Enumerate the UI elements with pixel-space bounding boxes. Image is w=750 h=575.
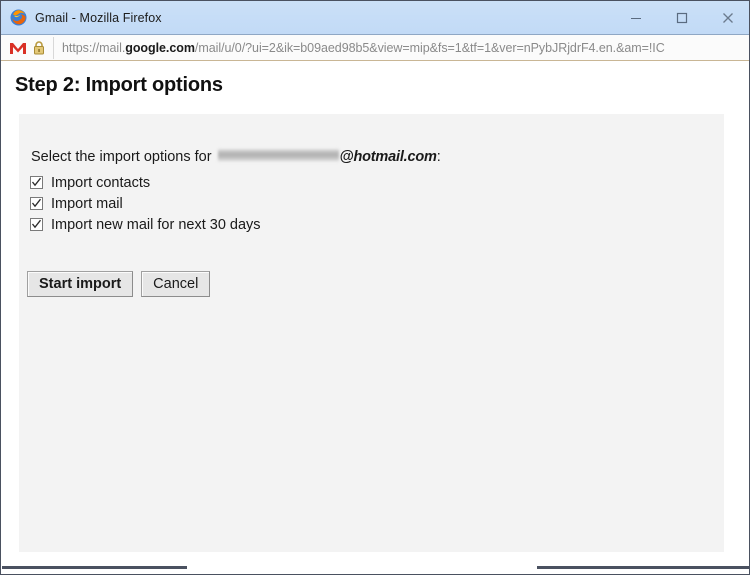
padlock-icon [32, 40, 46, 56]
minimize-icon [631, 18, 641, 19]
checkbox-row-import-new-mail[interactable]: Import new mail for next 30 days [30, 214, 261, 235]
import-new-mail-checkbox[interactable] [30, 218, 43, 231]
gmail-m-icon [9, 41, 27, 55]
checkbox-row-import-mail[interactable]: Import mail [30, 193, 261, 214]
import-contacts-checkbox[interactable] [30, 176, 43, 189]
cancel-button[interactable]: Cancel [141, 271, 211, 297]
start-import-button[interactable]: Start import [27, 271, 134, 297]
redacted-account-name [217, 148, 339, 162]
url-path: /mail/u/0/?ui=2&ik=b09aed98b5&view=mip&f… [194, 40, 665, 55]
import-contacts-label: Import contacts [51, 174, 151, 191]
account-domain: @hotmail.com [339, 149, 437, 165]
browser-window: Gmail - Mozilla Firefox https://mail.goo… [0, 0, 750, 575]
url-bar[interactable]: https://mail.google.com/mail/u/0/?ui=2&i… [1, 35, 749, 61]
import-options-checklist: Import contacts Import mail Import new m… [30, 172, 261, 235]
maximize-icon [676, 12, 688, 24]
url-domain: google.com [125, 40, 195, 55]
checkmark-icon [31, 219, 42, 229]
close-button[interactable] [705, 1, 749, 35]
minimize-button[interactable] [613, 1, 659, 35]
page-content: Step 2: Import options Select the import… [2, 62, 749, 574]
intro-text: Select the import options for @hotmail.c… [31, 147, 441, 165]
window-titlebar[interactable]: Gmail - Mozilla Firefox [1, 1, 749, 35]
close-icon [723, 13, 733, 23]
checkmark-icon [31, 198, 42, 208]
checkbox-row-import-contacts[interactable]: Import contacts [30, 172, 261, 193]
import-new-mail-label: Import new mail for next 30 days [51, 216, 261, 233]
intro-prefix: Select the import options for [31, 149, 212, 165]
url-text[interactable]: https://mail.google.com/mail/u/0/?ui=2&i… [62, 41, 665, 55]
urlbar-divider [53, 36, 54, 59]
checkmark-icon [31, 177, 42, 187]
import-mail-label: Import mail [51, 195, 123, 212]
import-mail-checkbox[interactable] [30, 197, 43, 210]
scrollbar-thumb-right-segment[interactable] [537, 566, 749, 569]
maximize-button[interactable] [659, 1, 705, 35]
window-controls [613, 1, 749, 35]
firefox-icon [10, 9, 27, 26]
scrollbar-thumb[interactable] [2, 566, 187, 569]
intro-suffix: : [436, 149, 441, 165]
action-buttons: Start import Cancel [27, 271, 211, 297]
window-title: Gmail - Mozilla Firefox [35, 10, 162, 25]
page-title: Step 2: Import options [15, 74, 223, 96]
url-scheme: https://mail. [62, 40, 126, 55]
import-options-panel: Select the import options for @hotmail.c… [19, 114, 724, 552]
horizontal-scrollbar[interactable] [2, 562, 749, 574]
